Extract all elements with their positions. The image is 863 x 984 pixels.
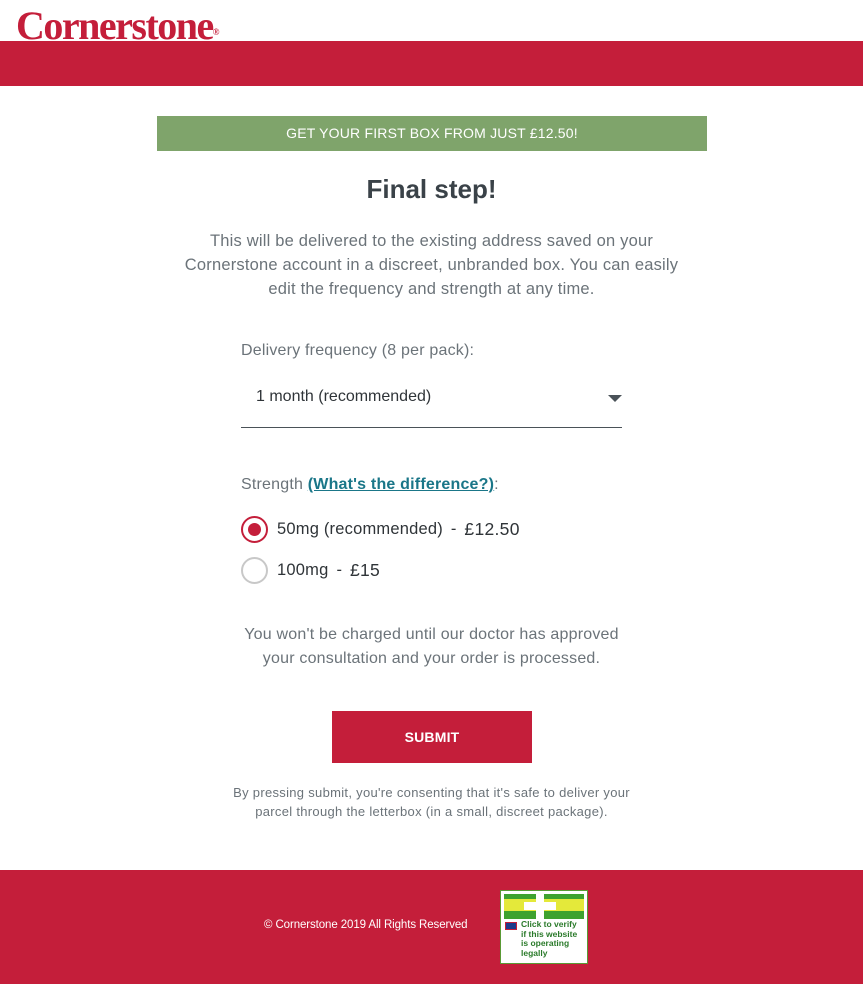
logo-text: Cornerstone <box>16 3 214 48</box>
option-separator: - <box>336 560 342 579</box>
cornerstone-logo[interactable]: Cornerstone® <box>16 4 220 48</box>
option-label: 50mg (recommended) <box>277 519 443 538</box>
cross-icon-bar <box>524 902 556 910</box>
strength-label-suffix: : <box>494 476 499 493</box>
radio-button-100mg[interactable] <box>241 556 268 584</box>
frequency-value: 1 month (recommended) <box>256 388 432 405</box>
strength-label: Strength (What's the difference?): <box>241 476 499 494</box>
uk-flag-icon <box>505 922 517 930</box>
strength-label-text: Strength <box>241 476 304 493</box>
submit-button[interactable]: SUBMIT <box>332 711 532 763</box>
option-label: 100mg <box>277 560 329 579</box>
option-price: £12.50 <box>464 518 520 539</box>
chevron-down-icon <box>608 395 622 402</box>
copyright-text: © Cornerstone 2019 All Rights Reserved <box>264 919 468 931</box>
frequency-select[interactable]: 1 month (recommended) <box>241 376 622 428</box>
strength-difference-link[interactable]: (What's the difference?) <box>308 476 494 493</box>
page-title: Final step! <box>366 174 497 204</box>
pharmacy-verification-badge[interactable]: Click to verify if this website is opera… <box>500 890 588 964</box>
badge-text: Click to verify if this website is opera… <box>521 919 578 958</box>
frequency-label: Delivery frequency (8 per pack): <box>241 342 475 359</box>
registered-mark: ® <box>212 27 220 37</box>
strength-option-50mg[interactable]: 50mg (recommended) - £12.50 <box>241 515 520 543</box>
footer: © Cornerstone 2019 All Rights Reserved C… <box>0 870 863 984</box>
delivery-intro: This will be delivered to the existing a… <box>184 232 679 298</box>
option-separator: - <box>450 519 457 538</box>
consent-note: By pressing submit, you're consenting th… <box>233 785 630 819</box>
promo-banner: GET YOUR FIRST BOX FROM JUST £12.50! <box>157 116 707 151</box>
strength-option-100mg[interactable]: 100mg - £15 <box>241 556 380 584</box>
charge-note: You won't be charged until our doctor ha… <box>244 626 619 667</box>
option-price: £15 <box>349 559 381 580</box>
radio-button-50mg[interactable] <box>241 515 268 543</box>
